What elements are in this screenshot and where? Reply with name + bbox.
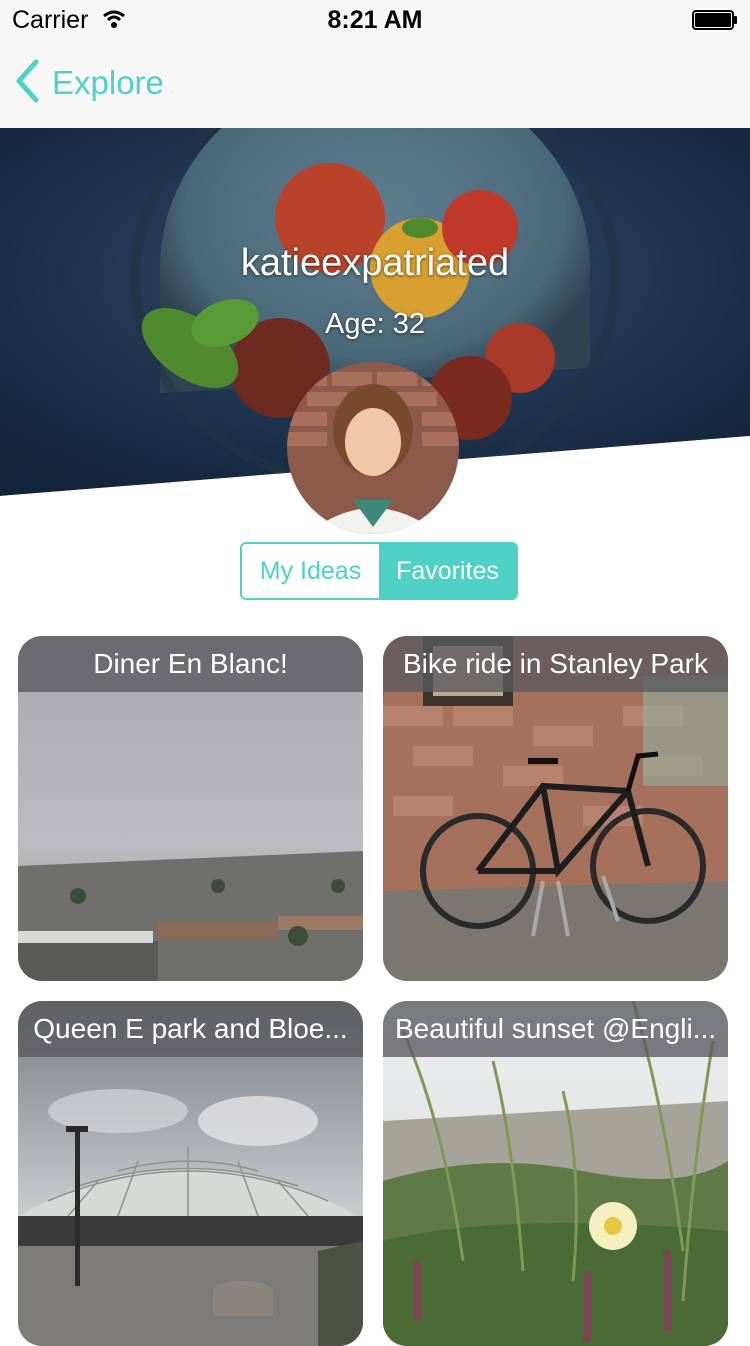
card-title: Bike ride in Stanley Park [402, 648, 709, 679]
card-title: Beautiful sunset @Engli... [394, 1013, 717, 1044]
back-button[interactable]: Explore [14, 58, 164, 108]
tab-my-ideas[interactable]: My Ideas [242, 544, 379, 598]
segmented-control: My Ideas Favorites [240, 542, 518, 600]
tab-favorites[interactable]: Favorites [379, 544, 516, 598]
battery-icon [692, 10, 738, 30]
idea-card[interactable]: Bike ride in Stanley Park [383, 636, 728, 981]
idea-card[interactable]: Queen E park and Bloe... [18, 1001, 363, 1346]
profile-username: katieexpatriated [240, 242, 510, 284]
back-label: Explore [52, 64, 164, 101]
card-title-bar: Queen E park and Bloe... [18, 1001, 363, 1057]
profile-age: Age: 32 [325, 308, 425, 340]
navigation-bar: Explore [0, 40, 750, 129]
chevron-left-icon [14, 59, 40, 108]
card-title: Diner En Blanc! [93, 648, 288, 679]
status-bar: Carrier 8:21 AM [0, 0, 750, 40]
card-title: Queen E park and Bloe... [33, 1013, 348, 1044]
avatar[interactable] [287, 362, 459, 534]
status-time: 8:21 AM [327, 6, 423, 34]
card-title-bar: Bike ride in Stanley Park [383, 636, 728, 692]
card-title-bar: Diner En Blanc! [18, 636, 363, 692]
card-title-bar: Beautiful sunset @Engli... [383, 1001, 728, 1057]
idea-card[interactable]: Beautiful sunset @Engli... [383, 1001, 728, 1346]
idea-card[interactable]: Diner En Blanc! [18, 636, 363, 981]
